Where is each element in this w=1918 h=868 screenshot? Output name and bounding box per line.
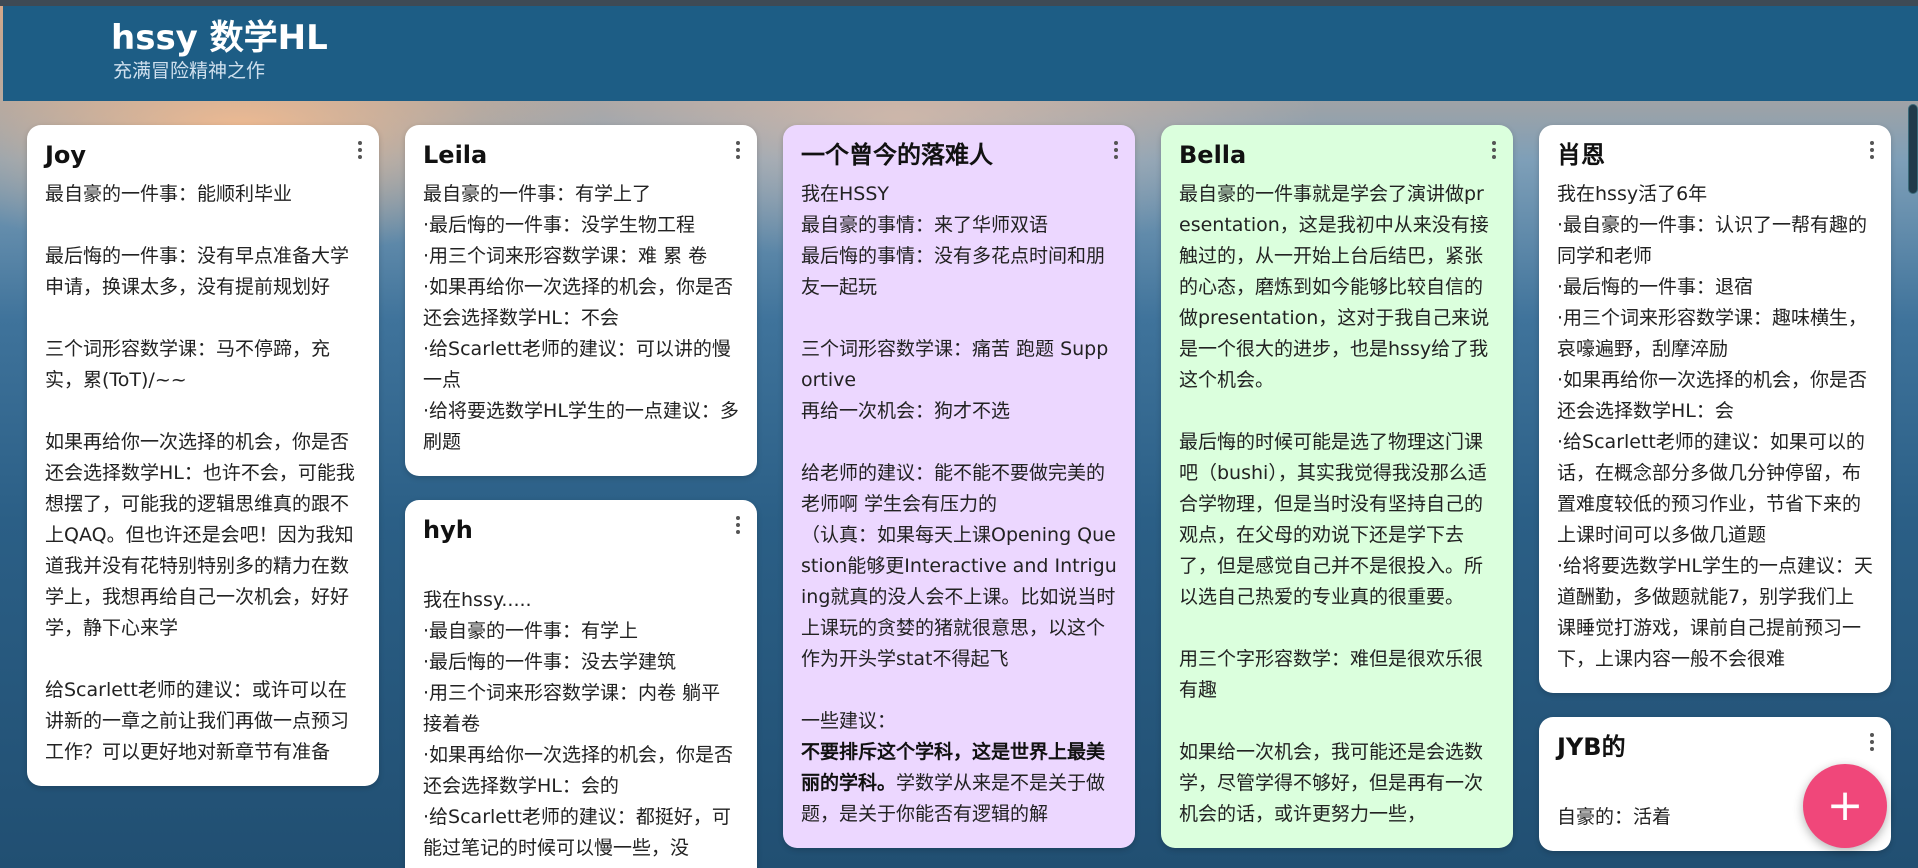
column-1: Joy 最自豪的一件事：能顺利毕业 最后悔的一件事：没有早点准备大学申请，换课太… xyxy=(27,125,379,810)
note-card-leila[interactable]: Leila 最自豪的一件事：有学上了 ·最后悔的一件事：没学生物工程 ·用三个词… xyxy=(405,125,757,476)
note-body: 我在HSSY 最自豪的事情：来了华师双语 最后悔的事情：没有多花点时间和朋友一起… xyxy=(801,179,1117,830)
more-options-icon[interactable] xyxy=(1865,139,1879,161)
note-title: Leila xyxy=(423,141,488,169)
note-body-text: 我在HSSY 最自豪的事情：来了华师双语 最后悔的事情：没有多花点时间和朋友一起… xyxy=(801,183,1117,732)
note-title: Bella xyxy=(1179,141,1247,169)
note-card-fallen[interactable]: 一个曾今的落难人 我在HSSY 最自豪的事情：来了华师双语 最后悔的事情：没有多… xyxy=(783,125,1135,848)
page-title: hssy 数学HL xyxy=(111,18,328,58)
note-card-hyh[interactable]: hyh 我在hssy..... ·最自豪的一件事：有学上 ·最后悔的一件事：没去… xyxy=(405,500,757,868)
column-3: 一个曾今的落难人 我在HSSY 最自豪的事情：来了华师双语 最后悔的事情：没有多… xyxy=(783,125,1135,868)
more-options-icon[interactable] xyxy=(731,514,745,536)
page-subtitle: 充满冒险精神之作 xyxy=(113,60,266,82)
app-header: hssy 数学HL 充满冒险精神之作 xyxy=(3,6,1918,101)
note-title: JYB的 xyxy=(1557,733,1626,761)
scrollbar-thumb[interactable] xyxy=(1908,104,1918,194)
more-options-icon[interactable] xyxy=(353,139,367,161)
more-options-icon[interactable] xyxy=(731,139,745,161)
note-title: hyh xyxy=(423,516,473,544)
note-card-joy[interactable]: Joy 最自豪的一件事：能顺利毕业 最后悔的一件事：没有早点准备大学申请，换课太… xyxy=(27,125,379,786)
note-title: 肖恩 xyxy=(1557,141,1605,169)
note-card-xiaoen[interactable]: 肖恩 我在hssy活了6年 ·最自豪的一件事：认识了一帮有趣的同学和老师 ·最后… xyxy=(1539,125,1891,693)
column-2: Leila 最自豪的一件事：有学上了 ·最后悔的一件事：没学生物工程 ·用三个词… xyxy=(405,125,757,868)
note-title: 一个曾今的落难人 xyxy=(801,141,993,169)
note-body: 我在hssy..... ·最自豪的一件事：有学上 ·最后悔的一件事：没去学建筑 … xyxy=(423,589,734,859)
note-body: 最自豪的一件事：能顺利毕业 最后悔的一件事：没有早点准备大学申请，换课太多，没有… xyxy=(45,183,355,763)
note-body: 最自豪的一件事就是学会了演讲做presentation，这是我初中从来没有接触过… xyxy=(1179,183,1490,825)
add-note-button[interactable]: + xyxy=(1803,764,1887,848)
more-options-icon[interactable] xyxy=(1487,139,1501,161)
note-title: Joy xyxy=(45,141,87,169)
more-options-icon[interactable] xyxy=(1109,139,1123,161)
column-4: Bella 最自豪的一件事就是学会了演讲做presentation，这是我初中从… xyxy=(1161,125,1513,868)
note-body: 我在hssy活了6年 ·最自豪的一件事：认识了一帮有趣的同学和老师 ·最后悔的一… xyxy=(1557,183,1873,670)
note-body: 最自豪的一件事：有学上了 ·最后悔的一件事：没学生物工程 ·用三个词来形容数学课… xyxy=(423,183,739,453)
note-card-bella[interactable]: Bella 最自豪的一件事就是学会了演讲做presentation，这是我初中从… xyxy=(1161,125,1513,848)
more-options-icon[interactable] xyxy=(1865,731,1879,753)
column-5: 肖恩 我在hssy活了6年 ·最自豪的一件事：认识了一帮有趣的同学和老师 ·最后… xyxy=(1539,125,1891,868)
